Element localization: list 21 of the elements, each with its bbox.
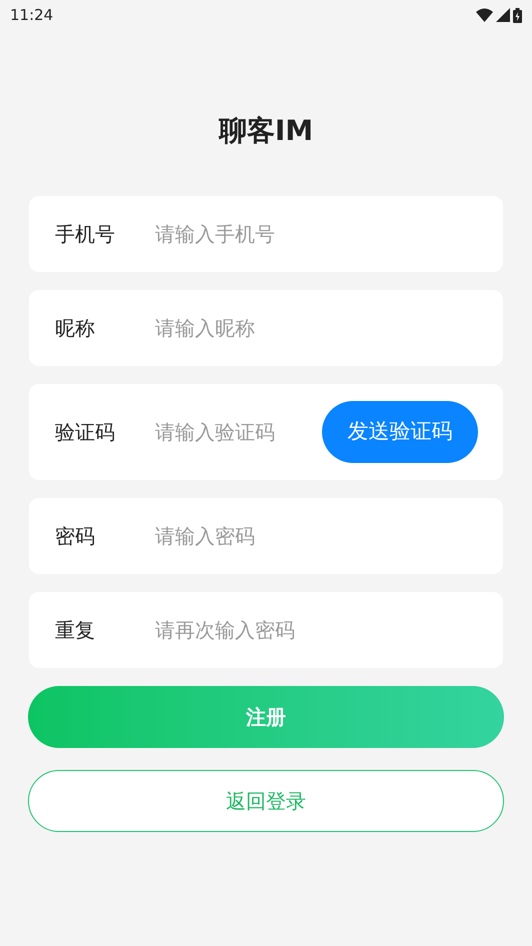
field-label: 昵称	[55, 315, 96, 342]
input-field[interactable]: 请输入手机号	[155, 219, 478, 249]
field-label: 重复	[55, 617, 96, 644]
form-card[interactable]: 昵称 请输入昵称	[29, 290, 503, 366]
form-card[interactable]: 密码 请输入密码	[29, 498, 503, 574]
input-field[interactable]: 请再次输入密码	[155, 615, 478, 645]
battery-icon	[513, 8, 522, 22]
field-label: 验证码	[55, 419, 116, 446]
field-label: 手机号	[55, 221, 116, 248]
send-code-button[interactable]: 发送验证码	[322, 401, 478, 463]
wifi-icon	[476, 8, 493, 22]
form-card[interactable]: 手机号 请输入手机号	[29, 196, 503, 272]
field-label: 密码	[55, 523, 96, 550]
signal-icon	[496, 8, 510, 22]
input-field[interactable]: 请输入昵称	[155, 313, 478, 343]
input-field[interactable]: 请输入验证码	[155, 417, 322, 447]
app-title: 聊客IM	[217, 113, 314, 149]
status-time: 11:24	[10, 4, 54, 26]
form-card[interactable]: 验证码 请输入验证码 发送验证码	[29, 384, 503, 480]
form-card[interactable]: 重复 请再次输入密码	[29, 592, 503, 668]
input-field[interactable]: 请输入密码	[155, 521, 478, 551]
